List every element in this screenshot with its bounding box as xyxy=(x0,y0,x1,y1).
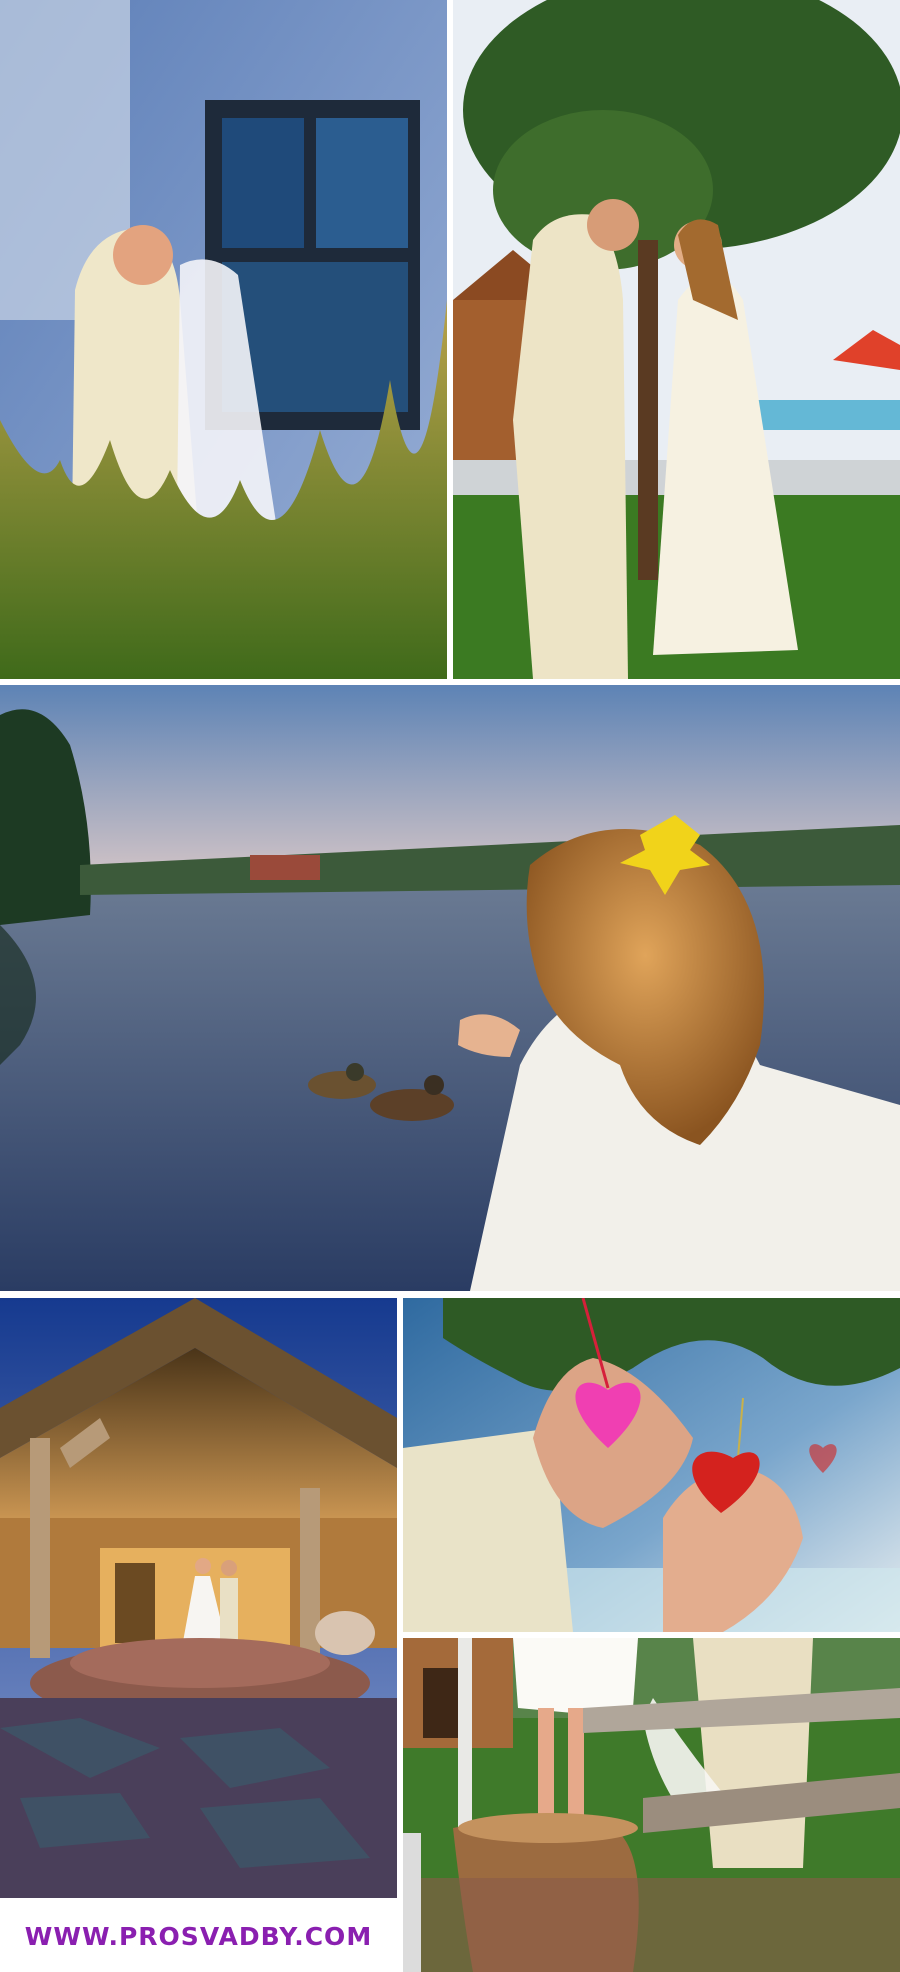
photo-couple-by-window xyxy=(0,0,447,679)
photo-legs-on-bench xyxy=(403,1638,900,1972)
photo-bride-by-lake xyxy=(0,685,900,1291)
website-link[interactable]: WWW.PROSVADBY.COM xyxy=(0,1900,397,1972)
photo-hands-with-hearts xyxy=(403,1298,900,1632)
photo-kiss-under-tree xyxy=(453,0,900,679)
photo-dance-at-log-house xyxy=(0,1298,397,1898)
